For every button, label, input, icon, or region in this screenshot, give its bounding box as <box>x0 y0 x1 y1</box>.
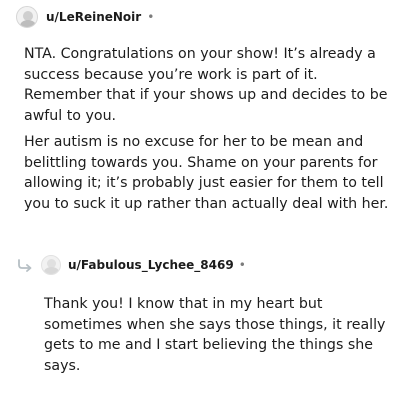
comment-paragraph: NTA. Congratulations on your show! It’s … <box>24 46 388 124</box>
reply-username[interactable]: u/Fabulous_Lychee_8469 <box>68 258 234 272</box>
reply-user-avatar-icon[interactable] <box>41 255 61 275</box>
comment-header: u/LeReineNoir • <box>16 6 154 28</box>
reply-arrow-icon <box>18 259 32 272</box>
comment-username[interactable]: u/LeReineNoir <box>46 10 141 24</box>
user-avatar-icon[interactable] <box>16 6 38 28</box>
reply-header: u/Fabulous_Lychee_8469 • <box>16 255 246 275</box>
comment-paragraph: Her autism is no excuse for her to be me… <box>24 134 389 212</box>
reply-body: Thank you! I know that in my heart but s… <box>44 294 390 376</box>
reply-paragraph: Thank you! I know that in my heart but s… <box>44 296 386 374</box>
comment-body: NTA. Congratulations on your show! It’s … <box>24 44 390 220</box>
reddit-comment-thread: u/LeReineNoir • NTA. Congratulations on … <box>0 0 400 402</box>
separator-dot: • <box>147 10 155 24</box>
separator-dot: • <box>238 258 246 272</box>
